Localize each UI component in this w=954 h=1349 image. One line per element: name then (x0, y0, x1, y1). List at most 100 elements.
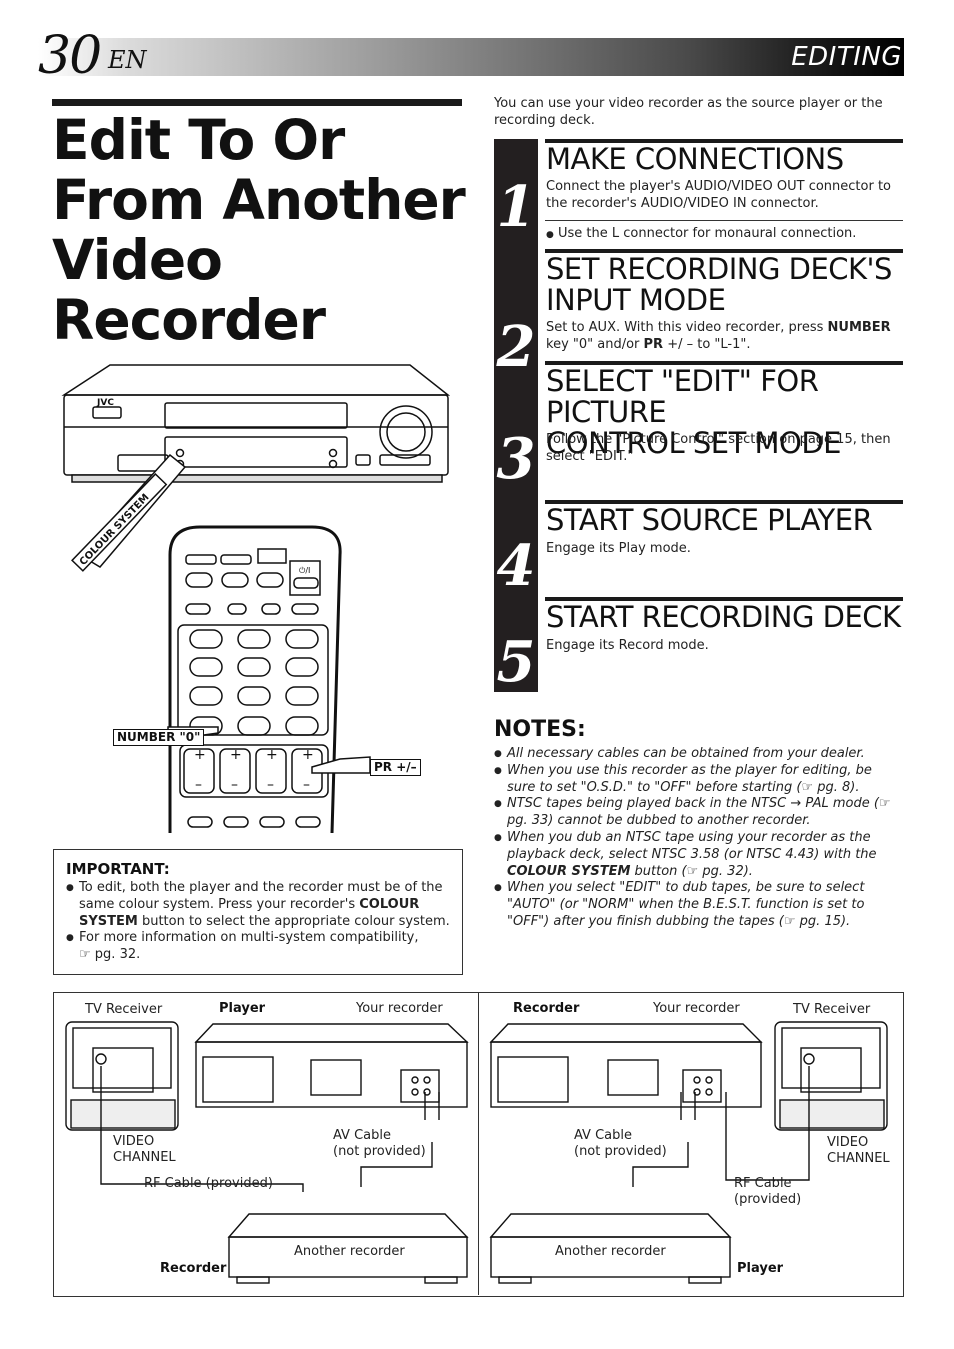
arrow-right-icon: → (790, 796, 802, 812)
page-language: EN (108, 46, 147, 74)
important-item: For more information on multi-system com… (66, 930, 456, 964)
page-reference: pg. 33) cannot be dubbed to another reco… (507, 813, 811, 829)
important-box: IMPORTANT: To edit, both the player and … (53, 849, 463, 975)
page-reference: pg. 8). (817, 779, 860, 795)
note-item: When you use this recorder as the player… (494, 763, 904, 797)
rf-cable-line: (provided) (734, 1192, 802, 1207)
reference-hand-icon: ☞ (686, 863, 699, 879)
video-channel-line: VIDEO (113, 1134, 155, 1149)
av-cable-line: AV Cable (574, 1128, 632, 1143)
body-text: key "0" and/or (546, 337, 644, 352)
tv-receiver-label: TV Receiver (85, 1002, 163, 1017)
reference-hand-icon: ☞ (878, 796, 891, 812)
tv-receiver-label: TV Receiver (793, 1002, 871, 1017)
av-cable-line: AV Cable (333, 1128, 391, 1143)
important-text: button to select the appropriate colour … (137, 913, 450, 929)
player-role-label: Player (219, 1001, 266, 1016)
reference-hand-icon: ☞ (79, 947, 91, 963)
step-title-line: INPUT MODE (546, 283, 726, 317)
rf-cable-label: RF Cable (provided) (144, 1176, 273, 1191)
svg-text:+: + (230, 747, 242, 763)
note-item: When you select "EDIT" to dub tapes, be … (494, 880, 904, 930)
svg-text:–: – (303, 777, 310, 793)
svg-text:+: + (266, 747, 278, 763)
bullet-icon: ● (546, 230, 554, 240)
vcr-front-illustration (61, 364, 451, 483)
important-text: For more information on multi-system com… (79, 930, 419, 946)
your-recorder-rear-left (194, 1023, 469, 1108)
recorder-role-label: Recorder (513, 1001, 580, 1016)
note-text: PAL mode ( (801, 796, 879, 812)
video-channel-line: CHANNEL (827, 1151, 890, 1166)
recorder-role-label: Recorder (160, 1261, 227, 1276)
title-line: Edit To Or (52, 108, 345, 172)
intro-text: You can use your video recorder as the s… (494, 96, 883, 128)
pr-plus-minus-callout: PR +/– (370, 759, 421, 776)
header-gradient-bar (38, 38, 904, 76)
step-body: Connect the player's AUDIO/VIDEO OUT con… (546, 179, 892, 211)
video-channel-line: VIDEO (827, 1135, 869, 1150)
notes-list: All necessary cables can be obtained fro… (494, 746, 904, 931)
step-title: SET RECORDING DECK'S INPUT MODE (546, 254, 906, 316)
note-text: When you dub an NTSC tape using your rec… (507, 829, 877, 862)
svg-text:–: – (267, 777, 274, 793)
step-body: Engage its Record mode. (546, 638, 709, 653)
step-body: Follow the "Picture Control" section on … (546, 432, 891, 464)
video-channel-label: VIDEO CHANNEL (827, 1135, 890, 1167)
reference-hand-icon: ☞ (801, 779, 814, 795)
note-item: When you dub an NTSC tape using your rec… (494, 830, 904, 880)
your-recorder-label: Your recorder (356, 1001, 443, 1016)
your-recorder-rear-right (489, 1023, 763, 1108)
title-line: From Another (52, 168, 466, 232)
video-channel-label: VIDEO CHANNEL (113, 1134, 176, 1166)
step-number: 1 (496, 174, 536, 240)
another-recorder-label: Another recorder (294, 1244, 405, 1259)
page-reference: pg. 15). (799, 913, 851, 929)
power-icon: ⏻/I (299, 566, 310, 575)
step-title: START SOURCE PLAYER (546, 503, 873, 537)
vcr-brand-logo: JVC (96, 398, 114, 408)
note-text: button ( (630, 863, 687, 879)
note-item: All necessary cables can be obtained fro… (494, 746, 904, 763)
page-reference: pg. 32. (94, 947, 141, 963)
step-number: 5 (496, 629, 536, 695)
note-item: NTSC tapes being played back in the NTSC… (494, 796, 904, 830)
note-text: NTSC tapes being played back in the NTSC (507, 796, 791, 812)
step-title-line: SELECT "EDIT" FOR PICTURE (546, 364, 819, 429)
svg-text:–: – (195, 777, 202, 793)
important-item: To edit, both the player and the recorde… (66, 880, 456, 930)
av-cable-line: (not provided) (333, 1144, 426, 1159)
step-title: START RECORDING DECK (546, 600, 901, 634)
key-name: PR (643, 337, 664, 352)
body-text: Set to AUX. With this video recorder, pr… (546, 320, 828, 335)
connection-diagram-art (65, 1021, 888, 1284)
svg-text:+: + (194, 747, 206, 763)
colour-system-callout: COLOUR SYSTEM (78, 492, 152, 568)
player-role-label: Player (737, 1261, 784, 1276)
step-number-column: 1 2 3 4 5 (494, 139, 538, 692)
notes-heading: NOTES: (494, 717, 586, 742)
important-list: To edit, both the player and the recorde… (66, 880, 456, 964)
tv-receiver-right (774, 1021, 888, 1131)
title-rule (52, 99, 462, 106)
svg-text:–: – (231, 777, 238, 793)
page-number: 30 (38, 26, 102, 86)
step-title-line: SET RECORDING DECK'S (546, 252, 892, 286)
key-name: NUMBER (827, 320, 891, 335)
step-note: ● Use the L connector for monaural conne… (546, 225, 906, 244)
your-recorder-label: Your recorder (653, 1001, 740, 1016)
rf-cable-line: RF Cable (734, 1176, 792, 1191)
title-line: Video (52, 228, 223, 292)
step-body: Engage its Play mode. (546, 541, 691, 556)
av-cable-label: AV Cable (not provided) (574, 1128, 667, 1160)
av-cable-label: AV Cable (not provided) (333, 1128, 426, 1160)
another-recorder-label: Another recorder (555, 1244, 666, 1259)
important-heading: IMPORTANT: (66, 860, 170, 878)
rf-cable-label: RF Cable (provided) (734, 1176, 801, 1208)
reference-hand-icon: ☞ (783, 913, 796, 929)
video-channel-line: CHANNEL (113, 1150, 176, 1165)
step-number: 3 (496, 426, 536, 492)
body-text: +/ – to "L-1". (663, 337, 751, 352)
section-label: EDITING (791, 42, 902, 72)
page-title: Edit To Or From Another Video Recorder (52, 110, 472, 350)
